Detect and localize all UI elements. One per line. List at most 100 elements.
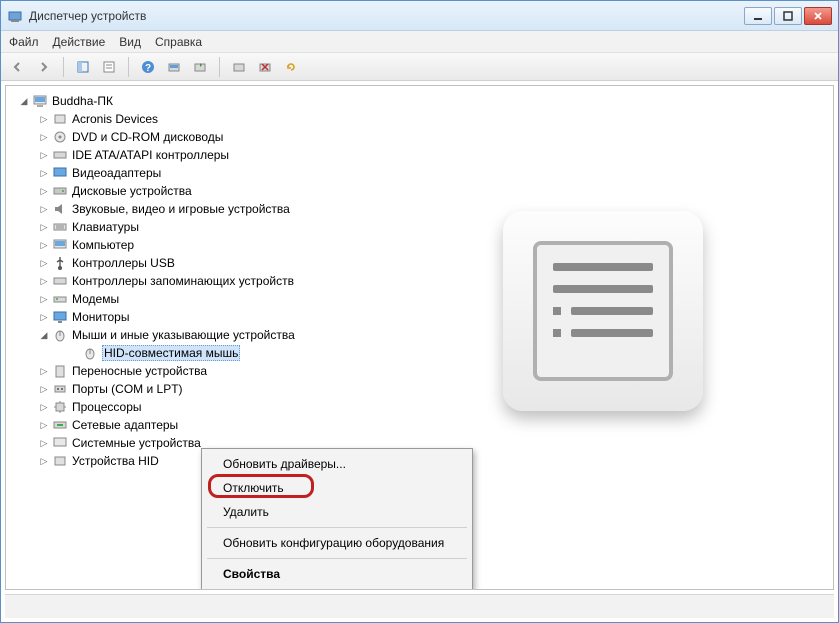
expand-icon[interactable]: ▷ [38, 311, 50, 323]
uninstall-button[interactable] [254, 56, 276, 78]
expand-icon[interactable]: ▷ [38, 167, 50, 179]
content-area: ◢ Buddha-ПК ▷ Acronis Devices ▷DVD и CD-R… [5, 85, 834, 590]
tree-item[interactable]: ▷Контроллеры USB [10, 254, 829, 272]
svg-text:?: ? [145, 63, 151, 74]
close-button[interactable] [804, 7, 832, 25]
expand-icon[interactable]: ▷ [38, 113, 50, 125]
tree-item-label: Мыши и иные указывающие устройства [72, 328, 295, 342]
expand-icon[interactable]: ▷ [38, 257, 50, 269]
expand-icon[interactable]: ▷ [38, 275, 50, 287]
back-button[interactable] [7, 56, 29, 78]
window-controls [744, 7, 832, 25]
menu-file[interactable]: Файл [9, 35, 39, 49]
menu-view[interactable]: Вид [119, 35, 141, 49]
tree-item[interactable]: ▷ Переносные устройства [10, 362, 829, 380]
computer-icon [32, 93, 48, 109]
menubar: Файл Действие Вид Справка [1, 31, 838, 53]
maximize-button[interactable] [774, 7, 802, 25]
show-hide-tree-button[interactable] [72, 56, 94, 78]
expand-icon[interactable]: ▷ [38, 365, 50, 377]
statusbar [5, 594, 834, 618]
collapse-icon[interactable]: ◢ [18, 95, 30, 107]
expand-icon[interactable]: ▷ [38, 401, 50, 413]
collapse-icon[interactable]: ◢ [38, 329, 50, 341]
tree-item-label: HID-совместимая мышь [102, 345, 240, 361]
window-frame: Диспетчер устройств Файл Действие Вид Сп… [0, 0, 839, 623]
app-icon [7, 8, 23, 24]
expand-icon[interactable]: ▷ [38, 131, 50, 143]
tree-item[interactable]: ▷Звуковые, видео и игровые устройства [10, 200, 829, 218]
expand-icon[interactable]: ▷ [38, 203, 50, 215]
expand-icon[interactable]: ▷ [38, 293, 50, 305]
tree-item-label: Клавиатуры [72, 220, 139, 234]
expand-icon[interactable]: ▷ [38, 149, 50, 161]
expand-icon[interactable]: ▷ [38, 437, 50, 449]
tree-item-label: Компьютер [72, 238, 134, 252]
scan-hardware-button[interactable] [163, 56, 185, 78]
tree-item[interactable]: ▷ Процессоры [10, 398, 829, 416]
tree-item[interactable]: ▷ Дисковые устройства [10, 182, 829, 200]
device-icon [52, 111, 68, 127]
monitor-icon [52, 309, 68, 325]
cm-properties[interactable]: Свойства [205, 562, 469, 586]
cm-scan-hardware[interactable]: Обновить конфигурацию оборудования [205, 531, 469, 555]
expand-icon[interactable]: ▷ [38, 221, 50, 233]
tree-item[interactable]: ▷ Мониторы [10, 308, 829, 326]
tree-item-mice[interactable]: ◢ Мыши и иные указывающие устройства [10, 326, 829, 344]
tree-root-label: Buddha-ПК [52, 94, 113, 108]
tree-item[interactable]: ▷Порты (COM и LPT) [10, 380, 829, 398]
portable-icon [52, 363, 68, 379]
computer-icon [52, 237, 68, 253]
tree-item-label: Устройства HID [72, 454, 159, 468]
tree-item[interactable]: ▷ Контроллеры запоминающих устройств [10, 272, 829, 290]
tree-root[interactable]: ◢ Buddha-ПК [10, 92, 829, 110]
cpu-icon [52, 399, 68, 415]
menu-action[interactable]: Действие [53, 35, 106, 49]
tree-item[interactable]: ▷ Acronis Devices [10, 110, 829, 128]
expand-icon[interactable]: ▷ [38, 239, 50, 251]
tree-item-label: Контроллеры запоминающих устройств [72, 274, 294, 288]
spacer [68, 347, 80, 359]
tree-item[interactable]: ▷ Модемы [10, 290, 829, 308]
expand-icon[interactable]: ▷ [38, 419, 50, 431]
audio-icon [52, 201, 68, 217]
tree-item-label: Acronis Devices [72, 112, 158, 126]
mouse-icon [52, 327, 68, 343]
tree-item-hid-mouse[interactable]: HID-совместимая мышь [10, 344, 829, 362]
properties-button[interactable] [98, 56, 120, 78]
forward-button[interactable] [33, 56, 55, 78]
tree-item-label: Видеоадаптеры [72, 166, 161, 180]
menu-help[interactable]: Справка [155, 35, 202, 49]
tree-item-label: Мониторы [72, 310, 129, 324]
modem-icon [52, 291, 68, 307]
tree-item[interactable]: ▷ Видеоадаптеры [10, 164, 829, 182]
cm-separator [207, 558, 467, 559]
tree-item[interactable]: ▷ Компьютер [10, 236, 829, 254]
tree-item[interactable]: ▷DVD и CD-ROM дисководы [10, 128, 829, 146]
refresh-button[interactable] [280, 56, 302, 78]
cm-update-drivers[interactable]: Обновить драйверы... [205, 452, 469, 476]
update-driver-button[interactable] [189, 56, 211, 78]
cm-delete[interactable]: Удалить [205, 500, 469, 524]
keyboard-icon [52, 219, 68, 235]
tree-item-label: Процессоры [72, 400, 142, 414]
cm-disable[interactable]: Отключить [205, 476, 469, 500]
expand-icon[interactable]: ▷ [38, 455, 50, 467]
enable-button[interactable] [228, 56, 250, 78]
tree-item-label: Переносные устройства [72, 364, 207, 378]
tree-item-label: IDE ATA/ATAPI контроллеры [72, 148, 229, 162]
tree-item[interactable]: ▷Сетевые адаптеры [10, 416, 829, 434]
help-button[interactable]: ? [137, 56, 159, 78]
dvd-icon [52, 129, 68, 145]
expand-icon[interactable]: ▷ [38, 185, 50, 197]
tree-item[interactable]: ▷ IDE ATA/ATAPI контроллеры [10, 146, 829, 164]
tree-item-label: Модемы [72, 292, 119, 306]
window-title: Диспетчер устройств [29, 9, 744, 23]
tree-item-label: Дисковые устройства [72, 184, 192, 198]
toolbar-separator [219, 57, 220, 77]
context-menu: Обновить драйверы... Отключить Удалить О… [201, 448, 473, 590]
expand-icon[interactable]: ▷ [38, 383, 50, 395]
titlebar[interactable]: Диспетчер устройств [1, 1, 838, 31]
tree-item[interactable]: ▷ Клавиатуры [10, 218, 829, 236]
minimize-button[interactable] [744, 7, 772, 25]
